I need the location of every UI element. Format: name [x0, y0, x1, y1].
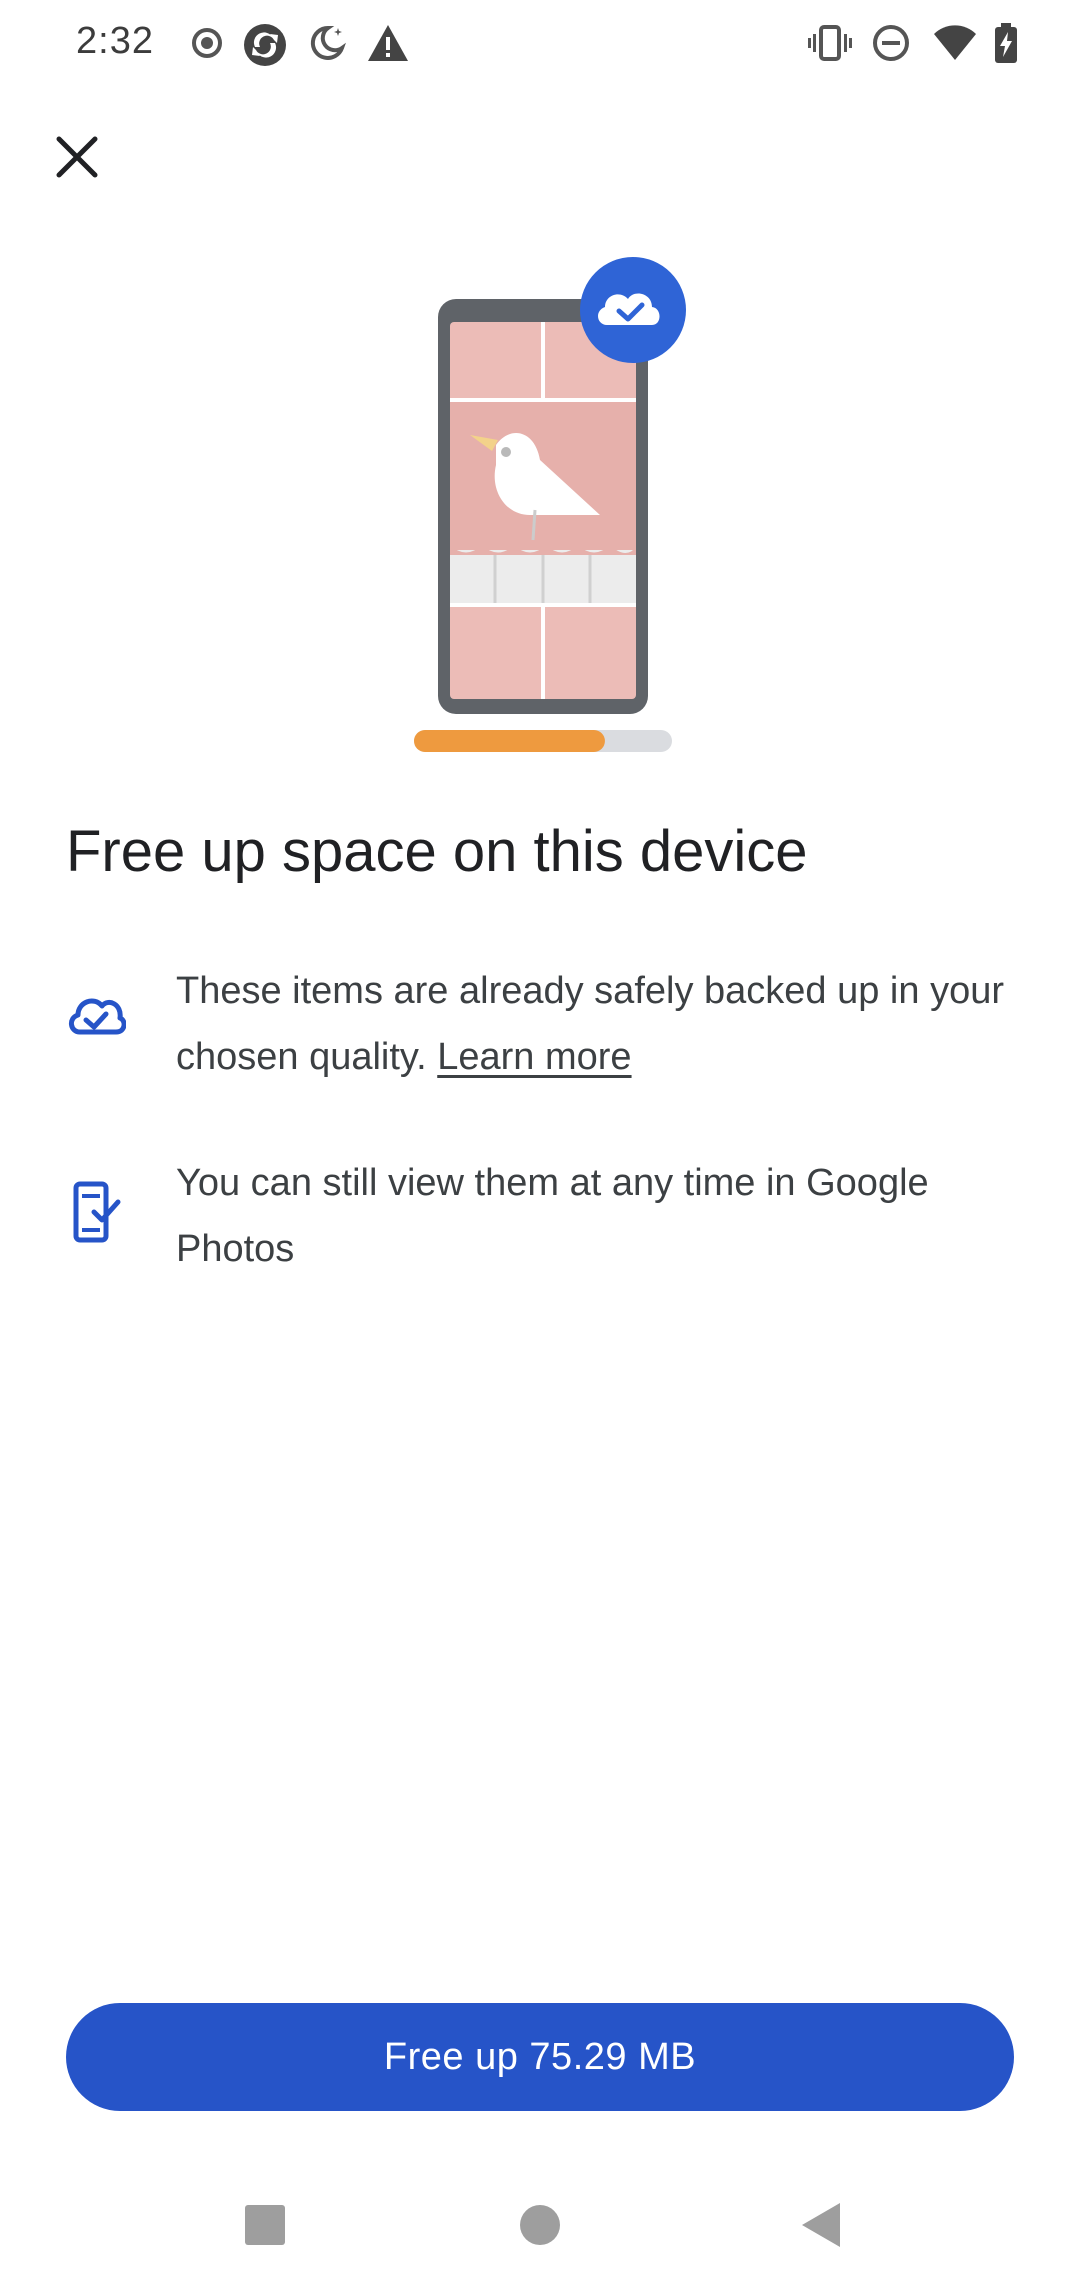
view-info-row: You can still view them at any time in G…	[66, 1150, 1026, 1290]
close-icon	[56, 136, 98, 178]
bedtime-icon	[306, 22, 348, 64]
warning-icon	[366, 22, 408, 64]
progress-fill	[414, 730, 605, 752]
free-up-button[interactable]: Free up 75.29 MB	[66, 2003, 1014, 2111]
backup-info-text: These items are already safely backed up…	[176, 958, 1056, 1090]
home-button[interactable]	[505, 2190, 575, 2260]
navigation-bar	[0, 2170, 1080, 2280]
do-not-disturb-icon	[870, 22, 912, 64]
cloud-done-icon	[66, 990, 136, 1060]
phone-check-icon	[66, 1180, 136, 1250]
free-up-space-screen: 2:32 Free up space on this device These …	[0, 0, 1080, 2280]
learn-more-link[interactable]: Learn more	[437, 1036, 631, 1078]
wifi-icon	[932, 22, 976, 64]
back-button[interactable]	[785, 2190, 855, 2260]
status-bar: 2:32	[0, 0, 1080, 90]
vibrate-icon	[808, 22, 852, 64]
phone-backup-illustration	[400, 255, 700, 760]
back-triangle-icon	[802, 2203, 840, 2247]
battery-charging-icon	[992, 22, 1034, 64]
view-info-text: You can still view them at any time in G…	[176, 1162, 929, 1270]
backup-info-row: These items are already safely backed up…	[66, 958, 1026, 1098]
circle-icon	[520, 2205, 560, 2245]
app-sync-icon	[242, 22, 286, 66]
recents-button[interactable]	[230, 2190, 300, 2260]
record-icon	[186, 22, 228, 64]
page-title: Free up space on this device	[66, 819, 808, 884]
square-icon	[245, 2205, 285, 2245]
close-button[interactable]	[40, 120, 114, 194]
status-time: 2:32	[76, 20, 154, 62]
